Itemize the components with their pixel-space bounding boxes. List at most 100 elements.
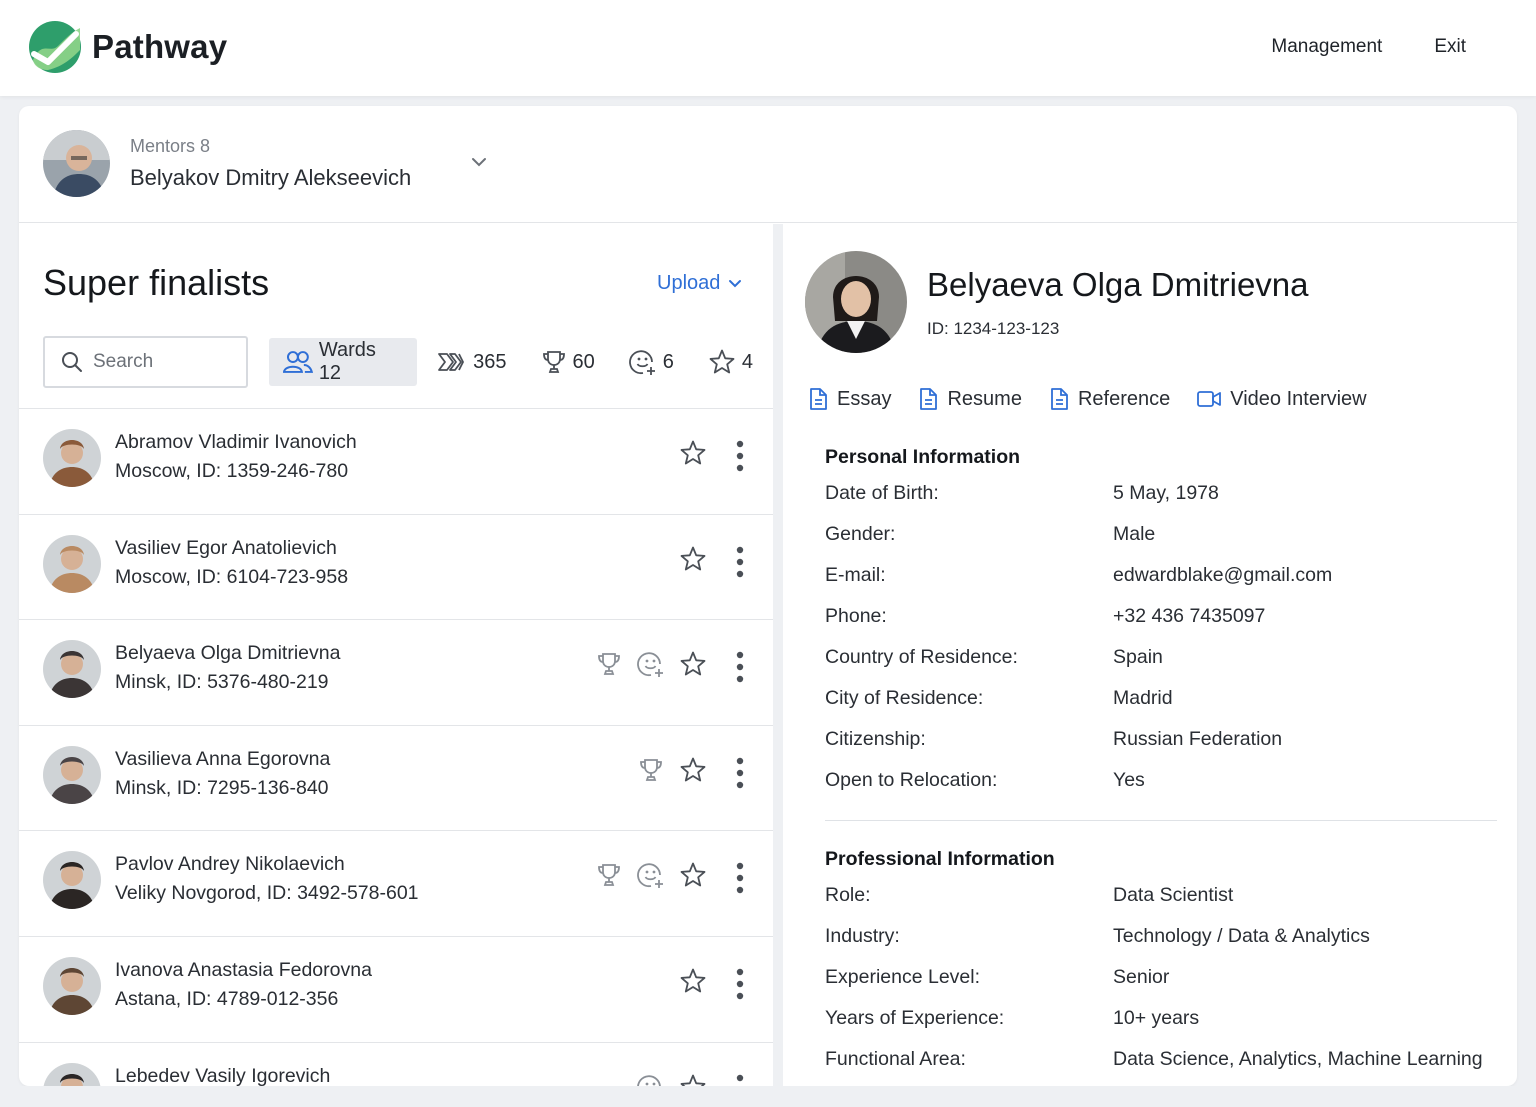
info-row: Phone: +32 436 7435097: [825, 605, 1497, 646]
filter-wards[interactable]: Wards 12: [269, 338, 418, 386]
upload-label: Upload: [657, 272, 721, 294]
trophy-icon[interactable]: [637, 756, 665, 784]
filter-label: 60: [572, 350, 595, 373]
list-item[interactable]: Vasilieva Anna Egorovna Minsk, ID: 7295-1…: [19, 726, 773, 832]
info-value: edwardblake@gmail.com: [1113, 564, 1333, 586]
filter-trophy[interactable]: 60: [527, 338, 609, 386]
info-row: E-mail: edwardblake@gmail.com: [825, 564, 1497, 605]
info-row: Open to Relocation: Yes: [825, 769, 1497, 810]
info-label: Functional Area:: [825, 1048, 966, 1070]
info-value: Data Scientist: [1113, 884, 1234, 906]
info-label: Years of Experience:: [825, 1007, 1005, 1029]
info-label: Experience Level:: [825, 966, 981, 988]
star-icon[interactable]: [679, 967, 707, 995]
list-item[interactable]: Ivanova Anastasia Fedorovna Astana, ID: 4…: [19, 937, 773, 1043]
brand-logo[interactable]: Pathway: [28, 20, 227, 74]
exit-link[interactable]: Exit: [1434, 36, 1466, 58]
info-value: Male: [1113, 523, 1156, 545]
filter-progress[interactable]: 365: [423, 338, 520, 386]
list-item[interactable]: Vasiliev Egor Anatolievich Moscow, ID: 61…: [19, 515, 773, 621]
trophy-icon[interactable]: [595, 861, 623, 889]
more-options-icon[interactable]: [733, 439, 747, 473]
info-label: City of Residence:: [825, 687, 984, 709]
finalists-panel: Super finalists Upload Wards: [19, 224, 773, 1086]
main-card: Mentors 8 Belyakov Dmitry Alekseevich Su…: [19, 106, 1517, 1086]
smile-plus-icon[interactable]: [637, 1073, 665, 1086]
info-label: Role:: [825, 884, 871, 906]
filter-label: 365: [473, 350, 507, 373]
brand-name: Pathway: [92, 28, 228, 65]
list-item[interactable]: Abramov Vladimir Ivanovich Moscow, ID: 13…: [19, 409, 773, 515]
finalist-name: Vasiliev Egor Anatolievich: [115, 536, 337, 559]
essay-link[interactable]: Essay: [807, 387, 891, 411]
row-actions: [637, 756, 707, 784]
avatar: [43, 640, 101, 699]
smile-plus-icon[interactable]: [637, 650, 665, 678]
more-options-icon[interactable]: [733, 545, 747, 579]
info-row: Citizenship: Russian Federation: [825, 728, 1497, 769]
star-icon[interactable]: [679, 1073, 707, 1086]
more-options-icon[interactable]: [733, 861, 747, 895]
info-value: Senior: [1113, 966, 1170, 988]
reference-link[interactable]: Reference: [1048, 387, 1170, 411]
doc-label: Video Interview: [1230, 387, 1367, 410]
management-link[interactable]: Management: [1271, 36, 1382, 58]
info-value: +32 436 7435097: [1113, 605, 1266, 627]
info-label: Citizenship:: [825, 728, 926, 750]
file-icon: [1051, 388, 1068, 410]
info-label: E-mail:: [825, 564, 886, 586]
more-options-icon[interactable]: [733, 756, 747, 790]
star-icon[interactable]: [679, 756, 707, 784]
filter-label: 4: [741, 350, 753, 373]
info-row: Country of Residence: Spain: [825, 646, 1497, 687]
filter-star[interactable]: 4: [694, 338, 767, 386]
more-options-icon[interactable]: [733, 650, 747, 684]
star-icon[interactable]: [679, 650, 707, 678]
info-row: Role: Data Scientist: [825, 884, 1497, 925]
profile-name: Belyaeva Olga Dmitrievna: [927, 266, 1309, 303]
info-value: Data Science, Analytics, Machine Learnin…: [1113, 1048, 1483, 1070]
finalist-location-id: Minsk, ID: 5376-480-219: [115, 671, 329, 694]
row-actions: [595, 650, 707, 678]
top-nav: Management Exit: [1271, 36, 1466, 58]
info-row: Gender: Male: [825, 523, 1497, 564]
filter-label: 6: [662, 350, 674, 373]
star-icon[interactable]: [679, 545, 707, 573]
trophy-icon[interactable]: [595, 650, 623, 678]
list-item[interactable]: Lebedev Vasily Igorevich: [19, 1043, 773, 1086]
finalist-location-id: Veliky Novgorod, ID: 3492-578-601: [115, 882, 419, 905]
resume-link[interactable]: Resume: [917, 387, 1022, 411]
avatar: [43, 429, 101, 487]
search-icon: [62, 352, 82, 372]
filter-smile[interactable]: 6: [615, 338, 688, 386]
info-value: Spain: [1113, 646, 1163, 668]
profile-panel: Belyaeva Olga Dmitrievna ID: 1234-123-12…: [783, 224, 1517, 1086]
info-row: Industry: Technology / Data & Analytics: [825, 925, 1497, 966]
video-interview-link[interactable]: Video Interview: [1196, 387, 1367, 411]
info-row: Years of Experience: 10+ years: [825, 1007, 1497, 1048]
smile-plus-icon[interactable]: [637, 861, 665, 889]
more-options-icon[interactable]: [733, 967, 747, 1001]
file-icon: [920, 388, 938, 410]
more-options-icon[interactable]: [733, 1073, 747, 1086]
mentor-name: Belyakov Dmitry Alekseevich: [130, 165, 412, 190]
mentor-selector[interactable]: Mentors 8 Belyakov Dmitry Alekseevich: [19, 106, 1517, 223]
list-item[interactable]: Belyaeva Olga Dmitrievna Minsk, ID: 5376-…: [19, 620, 773, 726]
info-value: Madrid: [1113, 687, 1173, 709]
list-item[interactable]: Pavlov Andrey Nikolaevich Veliky Novgorod…: [19, 831, 773, 937]
info-label: Open to Relocation:: [825, 769, 998, 791]
filter-bar: Wards 12 365 60 6 4: [269, 338, 773, 386]
star-icon[interactable]: [679, 439, 707, 467]
search-input[interactable]: [93, 351, 223, 373]
section-divider: [825, 820, 1497, 821]
profile-id: ID: 1234-123-123: [927, 319, 1060, 338]
search-box[interactable]: [43, 336, 248, 388]
video-icon: [1197, 391, 1222, 407]
chevron-down-icon: [729, 279, 742, 287]
upload-button[interactable]: Upload: [657, 272, 744, 295]
chevron-down-icon[interactable]: [469, 152, 489, 172]
star-icon[interactable]: [679, 861, 707, 889]
professional-information: Professional Information Role: Data Scien…: [825, 848, 1497, 1086]
star-icon: [709, 349, 735, 374]
finalist-name: Abramov Vladimir Ivanovich: [115, 431, 357, 453]
